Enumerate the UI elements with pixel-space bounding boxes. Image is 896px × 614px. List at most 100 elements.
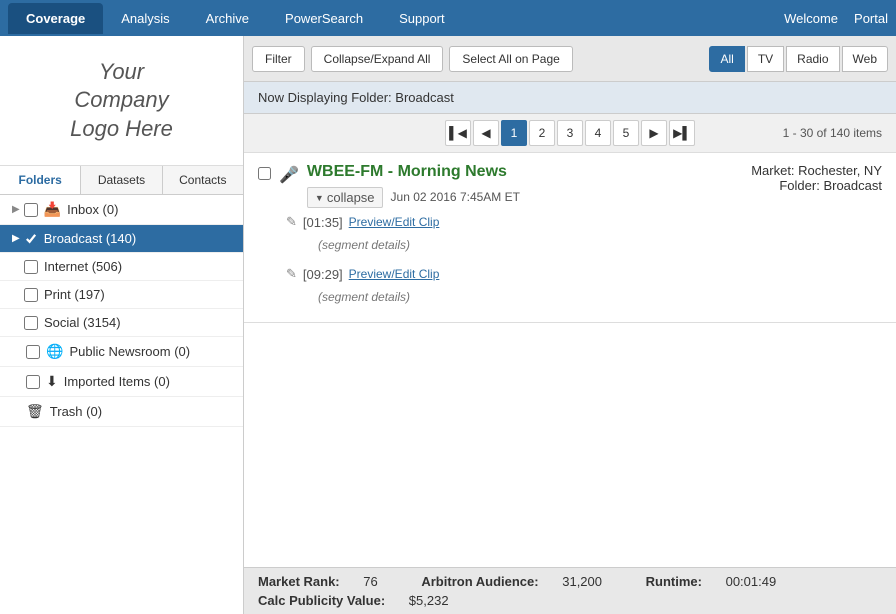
folder-checkbox-social[interactable] bbox=[24, 316, 38, 330]
item-info: WBEE-FM - Morning News ▼ collapse Jun 02… bbox=[307, 163, 743, 208]
pencil-icon-1: ✎ bbox=[286, 266, 297, 282]
folder-checkbox-public-newsroom[interactable] bbox=[26, 345, 40, 359]
market-rank-value: 76 bbox=[363, 574, 377, 589]
folder-item-imported-items[interactable]: ⬇ Imported Items (0) bbox=[0, 367, 243, 397]
calc-value: $5,232 bbox=[409, 593, 449, 608]
item-meta-right-0: Market: Rochester, NY Folder: Broadcast bbox=[751, 163, 882, 193]
calc-label: Calc Publicity Value: bbox=[258, 593, 385, 608]
folder-item-broadcast[interactable]: ▶ Broadcast (140) bbox=[0, 225, 243, 253]
pager-page-1[interactable]: 1 bbox=[501, 120, 527, 146]
filter-tab-all[interactable]: All bbox=[709, 46, 744, 72]
item-card-0: 🎤 WBEE-FM - Morning News ▼ collapse Jun … bbox=[244, 153, 896, 323]
microphone-icon: 🎤 bbox=[279, 165, 299, 185]
pager-last[interactable]: ▶▌ bbox=[669, 120, 695, 146]
market-rank-stat: Market Rank: 76 bbox=[258, 574, 401, 589]
arbitron-label: Arbitron Audience: bbox=[421, 574, 538, 589]
nav-tab-powersearch[interactable]: PowerSearch bbox=[267, 3, 381, 34]
folder-label-social: Social (3154) bbox=[44, 315, 235, 330]
nav-tabs: Coverage Analysis Archive PowerSearch Su… bbox=[8, 3, 784, 34]
nav-tab-coverage[interactable]: Coverage bbox=[8, 3, 103, 34]
collapse-button-0[interactable]: ▼ collapse bbox=[307, 187, 383, 208]
select-all-button[interactable]: Select All on Page bbox=[449, 46, 572, 72]
company-logo: YourCompanyLogo Here bbox=[70, 58, 173, 144]
filter-button[interactable]: Filter bbox=[252, 46, 305, 72]
page-info: 1 - 30 of 140 items bbox=[783, 126, 882, 140]
pencil-icon-0: ✎ bbox=[286, 214, 297, 230]
folder-header: Now Displaying Folder: Broadcast bbox=[244, 82, 896, 114]
folder-meta-value: Broadcast bbox=[823, 178, 882, 193]
folder-item-trash[interactable]: 🗑 Trash (0) bbox=[0, 397, 243, 427]
pager: ▌◀ ◀ 1 2 3 4 5 ▶ ▶▌ bbox=[445, 120, 695, 146]
folder-checkbox-broadcast[interactable] bbox=[24, 232, 38, 246]
filter-tab-tv[interactable]: TV bbox=[747, 46, 784, 72]
item-date-0: Jun 02 2016 7:45AM ET bbox=[391, 190, 520, 204]
folder-checkbox-internet[interactable] bbox=[24, 260, 38, 274]
segment-time-0: [01:35] bbox=[303, 215, 343, 230]
nav-tab-support[interactable]: Support bbox=[381, 3, 463, 34]
item-title-0: WBEE-FM - Morning News bbox=[307, 163, 743, 181]
preview-edit-clip-link-0[interactable]: Preview/Edit Clip bbox=[349, 215, 440, 229]
folder-label-public-newsroom: Public Newsroom (0) bbox=[69, 344, 235, 359]
folder-item-inbox[interactable]: ▶ 📥 Inbox (0) bbox=[0, 195, 243, 225]
segment-row-0: ✎ [01:35] Preview/Edit Clip bbox=[258, 208, 882, 232]
runtime-stat: Runtime: 00:01:49 bbox=[646, 574, 797, 589]
runtime-label: Runtime: bbox=[646, 574, 702, 589]
segment-time-1: [09:29] bbox=[303, 267, 343, 282]
pager-first[interactable]: ▌◀ bbox=[445, 120, 471, 146]
sidebar: YourCompanyLogo Here Folders Datasets Co… bbox=[0, 36, 244, 614]
folder-checkbox-print[interactable] bbox=[24, 288, 38, 302]
inbox-icon: 📥 bbox=[44, 201, 61, 218]
segment-details-1: (segment details) bbox=[258, 284, 882, 312]
content-area: Filter Collapse/Expand All Select All on… bbox=[244, 36, 896, 614]
filter-tab-radio[interactable]: Radio bbox=[786, 46, 839, 72]
pager-page-2[interactable]: 2 bbox=[529, 120, 555, 146]
segment-row-1: ✎ [09:29] Preview/Edit Clip bbox=[258, 260, 882, 284]
collapse-arrow-inbox: ▶ bbox=[12, 204, 20, 215]
collapse-label: collapse bbox=[327, 190, 375, 205]
folder-item-public-newsroom[interactable]: 🌐 Public Newsroom (0) bbox=[0, 337, 243, 367]
sidebar-tab-folders[interactable]: Folders bbox=[0, 166, 81, 194]
segment-details-0: (segment details) bbox=[258, 232, 882, 260]
market-label: Market: bbox=[751, 163, 794, 178]
globe-icon: 🌐 bbox=[46, 343, 63, 360]
folder-label-print: Print (197) bbox=[44, 287, 235, 302]
folder-meta: Folder: Broadcast bbox=[751, 178, 882, 193]
pager-prev[interactable]: ◀ bbox=[473, 120, 499, 146]
pager-page-4[interactable]: 4 bbox=[585, 120, 611, 146]
folder-label-trash: Trash (0) bbox=[50, 404, 235, 419]
arbitron-value: 31,200 bbox=[562, 574, 602, 589]
folder-item-social[interactable]: Social (3154) bbox=[0, 309, 243, 337]
item-checkbox-0[interactable] bbox=[258, 167, 271, 180]
folder-item-internet[interactable]: Internet (506) bbox=[0, 253, 243, 281]
trash-icon: 🗑 bbox=[26, 403, 44, 420]
collapse-arrow-icon: ▼ bbox=[315, 193, 324, 203]
portal-link[interactable]: Portal bbox=[854, 11, 888, 26]
sidebar-tab-datasets[interactable]: Datasets bbox=[81, 166, 162, 194]
market-meta: Market: Rochester, NY bbox=[751, 163, 882, 178]
import-icon: ⬇ bbox=[46, 373, 58, 390]
collapse-arrow-broadcast: ▶ bbox=[12, 233, 20, 244]
pager-next[interactable]: ▶ bbox=[641, 120, 667, 146]
item-stats: Market Rank: 76 Arbitron Audience: 31,20… bbox=[244, 567, 896, 614]
folder-item-print[interactable]: Print (197) bbox=[0, 281, 243, 309]
folder-checkbox-imported-items[interactable] bbox=[26, 375, 40, 389]
nav-tab-analysis[interactable]: Analysis bbox=[103, 3, 187, 34]
collapse-expand-button[interactable]: Collapse/Expand All bbox=[311, 46, 444, 72]
filter-tabs: All TV Radio Web bbox=[709, 46, 888, 72]
folder-meta-label: Folder: bbox=[779, 178, 819, 193]
pager-page-3[interactable]: 3 bbox=[557, 120, 583, 146]
arbitron-stat: Arbitron Audience: 31,200 bbox=[421, 574, 625, 589]
logo-area: YourCompanyLogo Here bbox=[0, 36, 243, 166]
folder-checkbox-inbox[interactable] bbox=[24, 203, 38, 217]
sidebar-tab-contacts[interactable]: Contacts bbox=[163, 166, 243, 194]
folder-label-internet: Internet (506) bbox=[44, 259, 235, 274]
runtime-value: 00:01:49 bbox=[726, 574, 777, 589]
item-header-0: 🎤 WBEE-FM - Morning News ▼ collapse Jun … bbox=[258, 163, 882, 208]
top-navigation: Coverage Analysis Archive PowerSearch Su… bbox=[0, 0, 896, 36]
folder-display-text: Now Displaying Folder: Broadcast bbox=[258, 90, 454, 105]
sidebar-tabs: Folders Datasets Contacts bbox=[0, 166, 243, 195]
nav-tab-archive[interactable]: Archive bbox=[188, 3, 267, 34]
filter-tab-web[interactable]: Web bbox=[842, 46, 888, 72]
preview-edit-clip-link-1[interactable]: Preview/Edit Clip bbox=[349, 267, 440, 281]
pager-page-5[interactable]: 5 bbox=[613, 120, 639, 146]
